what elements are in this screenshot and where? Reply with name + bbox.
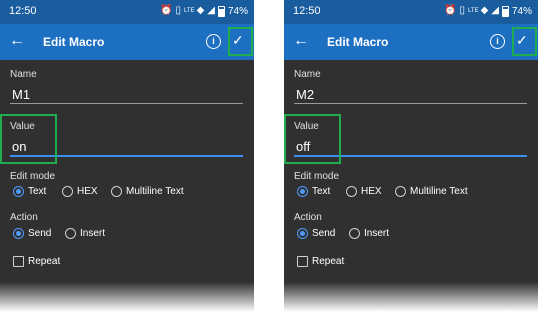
bottom-fade xyxy=(0,282,254,312)
status-icons: ⏰ ▯ LTE ◆ ◢ 74% xyxy=(444,5,532,17)
radio-unselected-icon xyxy=(111,186,122,197)
option-label: Text xyxy=(312,186,331,197)
name-label: Name xyxy=(294,69,321,80)
edit-mode-label: Edit mode xyxy=(294,171,340,182)
radio-selected-icon xyxy=(13,186,24,197)
action-insert-radio[interactable]: Insert xyxy=(349,228,389,239)
name-field[interactable]: M1 xyxy=(12,87,30,102)
repeat-checkbox[interactable]: Repeat xyxy=(297,256,344,267)
checkbox-icon xyxy=(297,256,308,267)
phone-screen-1: 12:50 ⏰ ▯ LTE ◆ ◢ 74% ← Edit Macro i ✓ N… xyxy=(0,0,254,312)
radio-unselected-icon xyxy=(395,186,406,197)
bottom-fade xyxy=(284,282,538,312)
name-underline xyxy=(10,103,243,104)
info-icon[interactable]: i xyxy=(206,34,221,49)
status-icons: ⏰ ▯ LTE ◆ ◢ 74% xyxy=(160,5,248,17)
radio-unselected-icon xyxy=(349,228,360,239)
action-insert-radio[interactable]: Insert xyxy=(65,228,105,239)
option-label: Repeat xyxy=(28,256,61,267)
option-label: Multiline Text xyxy=(410,186,468,197)
name-label: Name xyxy=(10,69,37,80)
edit-mode-hex-radio[interactable]: HEX xyxy=(62,186,98,197)
status-bar: 12:50 ⏰ ▯ LTE ◆ ◢ 74% xyxy=(284,0,538,24)
app-bar: ← Edit Macro i xyxy=(284,24,538,60)
lte-indicator: LTE xyxy=(468,8,479,14)
highlight-box-value xyxy=(284,114,341,164)
action-label: Action xyxy=(294,212,322,223)
vibrate-icon: ▯ xyxy=(175,5,182,16)
battery-icon xyxy=(217,5,225,17)
status-time: 12:50 xyxy=(9,5,37,17)
alarm-icon: ⏰ xyxy=(444,5,457,16)
radio-selected-icon xyxy=(297,228,308,239)
save-check-icon[interactable]: ✓ xyxy=(516,32,528,49)
name-field[interactable]: M2 xyxy=(296,87,314,102)
wifi-icon: ◆ xyxy=(480,5,489,16)
page-title: Edit Macro xyxy=(43,35,105,49)
app-bar: ← Edit Macro i xyxy=(0,24,254,60)
back-arrow-icon[interactable]: ← xyxy=(9,32,25,50)
repeat-checkbox[interactable]: Repeat xyxy=(13,256,60,267)
checkbox-icon xyxy=(13,256,24,267)
lte-indicator: LTE xyxy=(184,8,195,14)
name-underline xyxy=(294,103,527,104)
phone-screen-2: 12:50 ⏰ ▯ LTE ◆ ◢ 74% ← Edit Macro i ✓ N… xyxy=(284,0,538,312)
option-label: Insert xyxy=(364,228,390,239)
back-arrow-icon[interactable]: ← xyxy=(293,32,309,50)
info-icon[interactable]: i xyxy=(490,34,505,49)
action-send-radio[interactable]: Send xyxy=(297,228,335,239)
battery-icon xyxy=(501,5,509,17)
radio-unselected-icon xyxy=(346,186,357,197)
signal-icon: ◢ xyxy=(491,5,499,16)
status-time: 12:50 xyxy=(293,5,321,17)
edit-mode-hex-radio[interactable]: HEX xyxy=(346,186,382,197)
action-label: Action xyxy=(10,212,38,223)
edit-mode-label: Edit mode xyxy=(10,171,56,182)
signal-icon: ◢ xyxy=(207,5,215,16)
option-label: HEX xyxy=(77,186,98,197)
highlight-box-value xyxy=(0,114,57,164)
option-label: Text xyxy=(28,186,47,197)
wifi-icon: ◆ xyxy=(196,5,205,16)
radio-unselected-icon xyxy=(65,228,76,239)
battery-level: 74% xyxy=(511,5,532,17)
edit-mode-multiline-radio[interactable]: Multiline Text xyxy=(395,186,468,197)
alarm-icon: ⏰ xyxy=(160,5,173,16)
option-label: HEX xyxy=(361,186,382,197)
save-check-icon[interactable]: ✓ xyxy=(232,32,244,49)
status-bar: 12:50 ⏰ ▯ LTE ◆ ◢ 74% xyxy=(0,0,254,24)
action-send-radio[interactable]: Send xyxy=(13,228,51,239)
radio-selected-icon xyxy=(13,228,24,239)
page-title: Edit Macro xyxy=(327,35,389,49)
edit-mode-text-radio[interactable]: Text xyxy=(13,186,46,197)
option-label: Insert xyxy=(80,228,106,239)
edit-mode-text-radio[interactable]: Text xyxy=(297,186,330,197)
battery-level: 74% xyxy=(227,5,248,17)
option-label: Repeat xyxy=(312,256,345,267)
option-label: Multiline Text xyxy=(126,186,184,197)
radio-selected-icon xyxy=(297,186,308,197)
radio-unselected-icon xyxy=(62,186,73,197)
edit-mode-multiline-radio[interactable]: Multiline Text xyxy=(111,186,184,197)
option-label: Send xyxy=(312,228,336,239)
option-label: Send xyxy=(28,228,52,239)
vibrate-icon: ▯ xyxy=(459,5,466,16)
